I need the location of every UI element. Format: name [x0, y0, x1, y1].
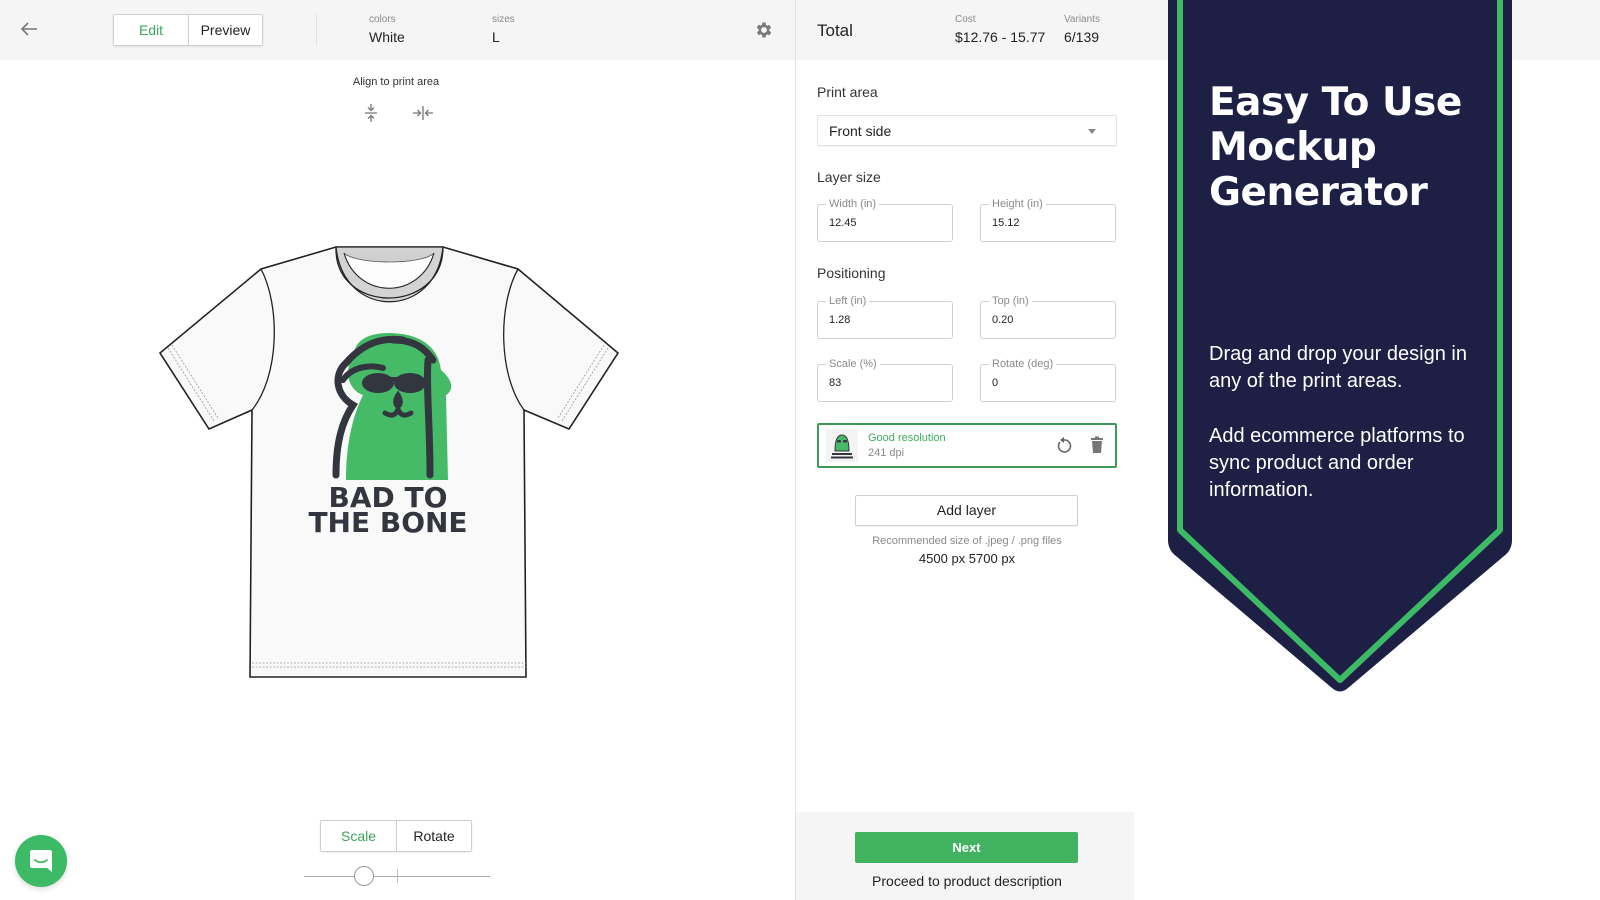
trash-icon [1091, 436, 1103, 453]
header-divider [316, 14, 317, 46]
align-horizontal-button[interactable] [412, 103, 433, 123]
rotate-field[interactable]: Rotate (deg) [980, 357, 1116, 402]
variants-label: Variants [1064, 14, 1100, 25]
chevron-down-icon [1088, 129, 1096, 134]
banner-paragraph-2: Add ecommerce platforms to sync product … [1209, 425, 1465, 501]
resolution-status: Good resolution [868, 432, 946, 444]
sizes-value: L [492, 29, 500, 45]
colors-value: White [369, 29, 405, 45]
proceed-hint: Proceed to product description [872, 873, 1062, 889]
slider-thumb[interactable] [354, 866, 374, 886]
tab-scale[interactable]: Scale [321, 821, 396, 851]
recommended-size-value: 4500 px 5700 px [918, 551, 1016, 566]
positioning-title: Positioning [817, 265, 886, 281]
left-field[interactable]: Left (in) [817, 294, 953, 339]
variants-value: 6/139 [1064, 29, 1100, 45]
cost-summary: Cost $12.76 - 15.77 [955, 14, 1045, 46]
banner-title: Easy To Use Mockup Generator [1209, 80, 1462, 215]
mode-toggle: Edit Preview [113, 14, 263, 46]
height-input[interactable] [992, 217, 1102, 229]
print-area-select[interactable]: Front side [817, 115, 1117, 146]
sizes-label: sizes [492, 14, 515, 25]
slider-center-tick [397, 869, 398, 883]
undo-icon [1057, 437, 1072, 453]
recommended-size-label: Recommended size of .jpeg / .png files [872, 535, 1062, 547]
height-label: Height (in) [989, 197, 1046, 211]
layer-thumbnail [826, 429, 858, 462]
top-field[interactable]: Top (in) [980, 294, 1116, 339]
design-text-line2: THE BONE [308, 506, 467, 539]
left-input[interactable] [829, 314, 939, 326]
chat-button[interactable] [15, 835, 67, 887]
back-button[interactable] [18, 18, 40, 40]
rotate-input[interactable] [992, 377, 1102, 389]
align-vertical-center-icon [365, 104, 377, 122]
align-label: Align to print area [352, 76, 440, 88]
scale-input[interactable] [829, 377, 939, 389]
panel-divider [795, 0, 796, 900]
tshirt-mockup[interactable]: BAD TO THE BONE [158, 245, 634, 695]
rotate-label: Rotate (deg) [989, 357, 1057, 371]
width-field[interactable]: Width (in) [817, 197, 953, 242]
layer-item[interactable]: Good resolution 241 dpi [817, 423, 1117, 468]
banner-paragraph-1: Drag and drop your design in any of the … [1209, 343, 1467, 392]
reset-layer-button[interactable] [1055, 436, 1073, 454]
transform-toggle: Scale Rotate [320, 820, 472, 852]
height-field[interactable]: Height (in) [980, 197, 1116, 242]
delete-layer-button[interactable] [1089, 436, 1105, 454]
arrow-left-icon [20, 22, 37, 36]
gear-icon [756, 22, 772, 38]
next-button[interactable]: Next [855, 832, 1078, 863]
dog-graphic [332, 333, 452, 480]
scale-label: Scale (%) [826, 357, 880, 371]
variants-summary: Variants 6/139 [1064, 14, 1100, 46]
scale-field[interactable]: Scale (%) [817, 357, 953, 402]
colors-label: colors [369, 14, 396, 25]
chat-icon [30, 850, 52, 872]
cost-value: $12.76 - 15.77 [955, 29, 1046, 45]
width-input[interactable] [829, 217, 939, 229]
colors-selector[interactable]: colors White [369, 14, 405, 46]
top-input[interactable] [992, 314, 1102, 326]
resolution-dpi: 241 dpi [868, 447, 905, 459]
print-area-title: Print area [817, 84, 878, 100]
print-area-value: Front side [829, 123, 892, 139]
width-label: Width (in) [826, 197, 880, 211]
layer-size-title: Layer size [817, 169, 881, 185]
scale-slider[interactable] [304, 866, 490, 886]
align-vertical-button[interactable] [362, 103, 380, 123]
tab-rotate[interactable]: Rotate [396, 821, 471, 851]
top-label: Top (in) [989, 294, 1032, 308]
align-horizontal-center-icon [413, 106, 433, 120]
cost-label: Cost [955, 14, 976, 25]
tab-edit[interactable]: Edit [114, 15, 188, 45]
add-layer-button[interactable]: Add layer [855, 495, 1078, 526]
total-title: Total [817, 21, 853, 40]
left-label: Left (in) [826, 294, 870, 308]
sizes-selector[interactable]: sizes L [492, 14, 515, 46]
tab-preview[interactable]: Preview [188, 15, 262, 45]
settings-button[interactable] [754, 20, 774, 40]
